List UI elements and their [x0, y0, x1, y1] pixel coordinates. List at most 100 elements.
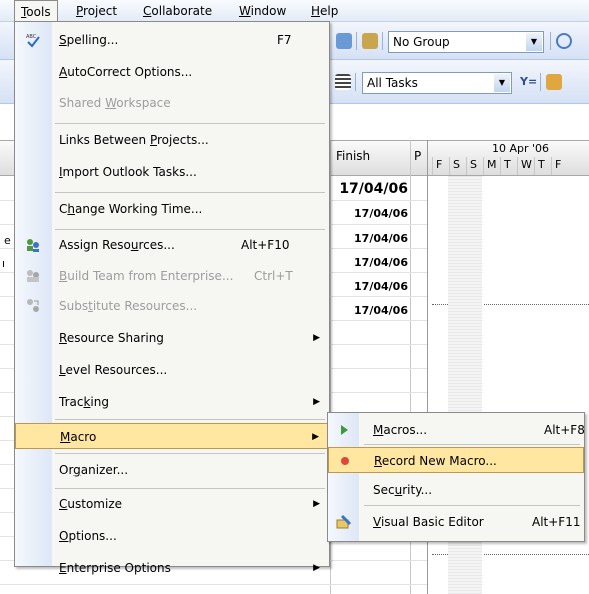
- submenu-arrow-icon: ▶: [313, 562, 320, 573]
- zoom-in-icon[interactable]: [556, 33, 572, 49]
- menu-separator: [55, 191, 325, 193]
- assign-resources-icon: [25, 237, 41, 253]
- filter-select[interactable]: All Tasks ▼: [362, 72, 512, 94]
- macro-menu-item-shortcut: Alt+F11: [532, 515, 581, 529]
- tools-menu-item-label: Import Outlook Tasks...: [59, 164, 197, 179]
- visual-basic-editor-icon: [336, 514, 352, 530]
- finish-cell[interactable]: 17/04/06: [332, 232, 408, 245]
- menu-project[interactable]: Project: [70, 0, 123, 22]
- submenu-arrow-icon: ▶: [313, 499, 320, 510]
- timescale-divider: [534, 157, 535, 175]
- tools-menu-item-spelling[interactable]: ABC Spelling... F7: [15, 27, 329, 53]
- tools-menu-item-organizer[interactable]: Organizer...: [15, 457, 329, 483]
- macro-menu-item-security[interactable]: Security...: [328, 477, 584, 503]
- menu-help[interactable]: Help: [305, 0, 344, 22]
- row-indicator: ı: [2, 257, 6, 270]
- toolbar-separator: [550, 32, 551, 50]
- spelling-icon: ABC: [25, 32, 41, 48]
- timescale-day-label: M: [487, 158, 497, 171]
- timescale-day-label: T: [504, 158, 511, 171]
- timescale-divider: [500, 157, 501, 175]
- tools-menu-item-substitute-resources: Substitute Resources...: [15, 293, 329, 319]
- submenu-arrow-icon: ▶: [313, 333, 320, 344]
- tools-menu-item-level-resources[interactable]: Level Resources...: [15, 357, 329, 383]
- menu-separator: [55, 228, 325, 230]
- macro-menu-item-shortcut: Alt+F8: [544, 423, 585, 437]
- menu-separator: [55, 419, 325, 421]
- task-info-icon[interactable]: [362, 33, 378, 49]
- chevron-down-icon[interactable]: ▼: [526, 33, 542, 51]
- autofilter-icon[interactable]: Y=: [520, 75, 537, 88]
- tools-menu-item-label: Change Working Time...: [59, 201, 203, 216]
- timescale-divider: [517, 157, 518, 175]
- timescale-divider: [483, 157, 484, 175]
- tools-menu-item-label: Options...: [59, 529, 117, 544]
- tools-menu-item-macro[interactable]: Macro ▶: [15, 422, 329, 449]
- tools-menu-item-options[interactable]: Options...: [15, 523, 329, 549]
- macro-menu-item-macros[interactable]: Macros... Alt+F8: [328, 417, 585, 443]
- align-icon[interactable]: [335, 74, 351, 90]
- tools-menu-item-shortcut: Ctrl+T: [254, 268, 293, 283]
- timescale-day-label: S: [470, 158, 477, 171]
- menu-window[interactable]: Window: [233, 0, 292, 22]
- finish-cell[interactable]: 17/04/06: [332, 280, 408, 293]
- finish-cell[interactable]: 17/04/06: [332, 207, 408, 220]
- tools-menu-item-enterprise-options[interactable]: Enterprise Options ▶: [15, 555, 329, 581]
- macro-menu-item-label: Record New Macro...: [374, 454, 497, 468]
- menu-bar: Tools Project Collaborate Window Help: [0, 0, 589, 22]
- tools-menu-item-label: Customize: [59, 497, 122, 512]
- gantt-progress-line: [484, 554, 589, 555]
- gantt-wizard-icon[interactable]: [546, 74, 562, 90]
- toolbar-separator: [355, 73, 356, 91]
- tools-menu-item-label: Substitute Resources...: [59, 299, 198, 314]
- tools-menu-item-links-between-projects[interactable]: Links Between Projects...: [15, 127, 329, 153]
- finish-column-header[interactable]: Finish: [336, 149, 370, 163]
- menu-tools[interactable]: Tools: [14, 0, 58, 22]
- play-macro-icon: [336, 422, 352, 438]
- predecessors-column-header[interactable]: P: [414, 149, 421, 163]
- menu-collaborate[interactable]: Collaborate: [137, 0, 218, 22]
- tools-menu-item-resource-sharing[interactable]: Resource Sharing ▶: [15, 325, 329, 351]
- toolbar-separator: [356, 32, 357, 50]
- timescale-divider: [432, 157, 433, 175]
- finish-cell[interactable]: 17/04/06: [332, 181, 408, 197]
- substitute-resources-icon: [25, 298, 41, 314]
- toolbar-separator: [382, 32, 383, 50]
- tools-menu-item-tracking[interactable]: Tracking ▶: [15, 389, 329, 415]
- macro-menu-item-label: Security...: [373, 483, 433, 497]
- menu-separator: [55, 123, 325, 125]
- timescale-week-label: 10 Apr '06: [492, 142, 550, 155]
- timescale-day-label: S: [453, 158, 460, 171]
- menu-separator: [364, 505, 580, 506]
- tools-menu-item-customize[interactable]: Customize ▶: [15, 491, 329, 517]
- tools-menu-item-label: Organizer...: [59, 463, 129, 478]
- tools-menu-item-change-working-time[interactable]: Change Working Time...: [15, 196, 329, 222]
- tools-menu-item-shared-workspace: Shared Workspace: [15, 90, 329, 116]
- finish-cell[interactable]: 17/04/06: [332, 304, 408, 317]
- macro-menu-item-visual-basic-editor[interactable]: Visual Basic Editor Alt+F11: [328, 509, 584, 535]
- tools-menu-item-label: Resource Sharing: [59, 331, 164, 346]
- tools-menu-item-label: Assign Resources...: [59, 238, 175, 253]
- tools-menu-item-autocorrect-options[interactable]: AutoCorrect Options...: [15, 59, 329, 85]
- tools-menu-item-shortcut: Alt+F10: [241, 238, 290, 253]
- macro-submenu: Macros... Alt+F8 Record New Macro... Securi…: [327, 412, 585, 542]
- timescale-divider: [466, 157, 467, 175]
- group-by-value: No Group: [393, 35, 450, 49]
- gantt-progress-line: [432, 304, 448, 305]
- tools-menu-item-label: Build Team from Enterprise...: [59, 268, 234, 283]
- resources-icon[interactable]: [336, 33, 352, 49]
- tools-menu: ABC Spelling... F7 AutoCorrect Options... Sh…: [14, 21, 330, 575]
- chevron-down-icon[interactable]: ▼: [494, 74, 510, 92]
- timescale-divider: [449, 157, 450, 175]
- finish-cell[interactable]: 17/04/06: [332, 256, 408, 269]
- group-by-select[interactable]: No Group ▼: [388, 31, 544, 53]
- tools-menu-item-import-outlook-tasks[interactable]: Import Outlook Tasks...: [15, 159, 329, 185]
- svg-text:ABC: ABC: [26, 34, 37, 40]
- tools-menu-item-label: Tracking: [59, 394, 109, 409]
- timescale-day-label: W: [521, 158, 532, 171]
- macro-menu-item-record-new-macro[interactable]: Record New Macro...: [328, 447, 584, 473]
- tools-menu-item-build-team-from-enterprise: Build Team from Enterprise... Ctrl+T: [15, 263, 329, 289]
- gantt-progress-line: [484, 304, 589, 305]
- tools-menu-item-assign-resources[interactable]: Assign Resources... Alt+F10: [15, 232, 329, 258]
- submenu-arrow-icon: ▶: [313, 396, 320, 407]
